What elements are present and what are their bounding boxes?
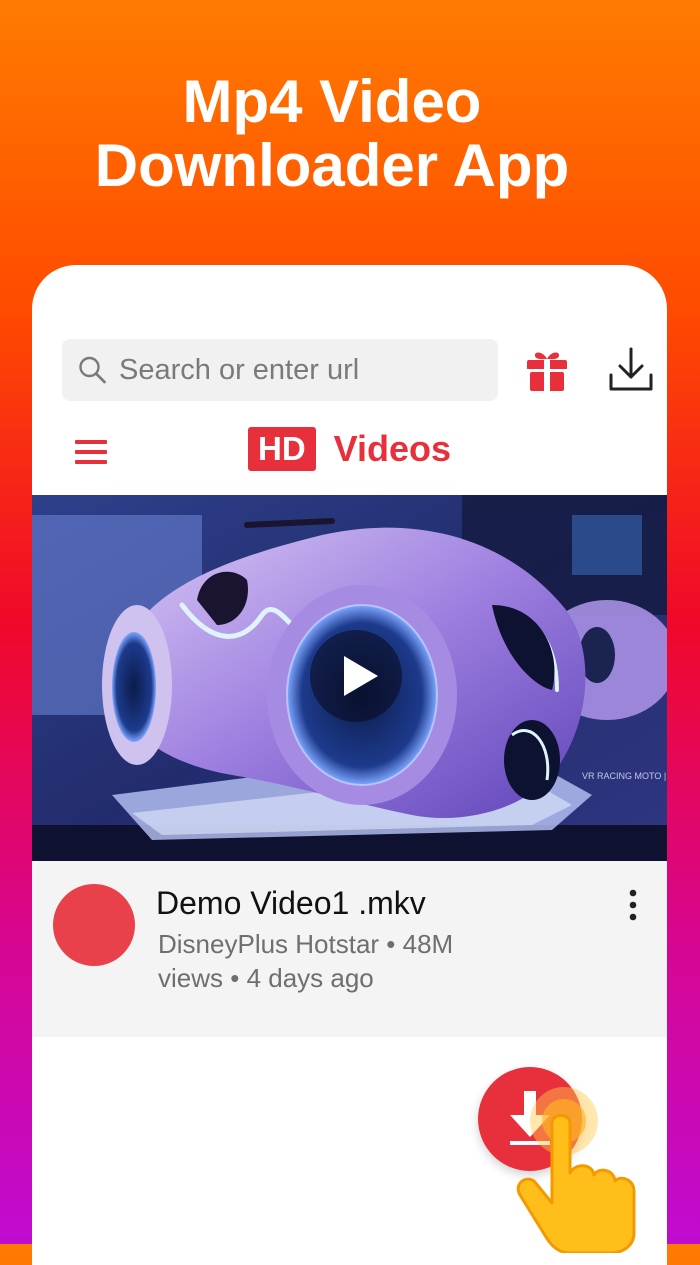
- pointing-hand-icon: [516, 1087, 636, 1253]
- promo-title-line1: Mp4 Video: [182, 68, 482, 135]
- play-icon[interactable]: [308, 628, 404, 724]
- download-icon[interactable]: [606, 345, 656, 395]
- video-meta: DisneyPlus Hotstar • 48M views • 4 days …: [158, 929, 454, 993]
- promo-title-line2: Downloader App: [94, 132, 570, 199]
- more-vertical-icon[interactable]: [620, 887, 646, 923]
- app-brand: HD Videos: [248, 427, 451, 471]
- svg-text:VR RACING MOTO | TE: VR RACING MOTO | TE: [582, 771, 667, 781]
- avatar[interactable]: [53, 884, 135, 966]
- video-thumbnail[interactable]: VR RACING MOTO | TE: [32, 495, 667, 861]
- phone-screen: HD Videos: [32, 265, 667, 1265]
- promo-title: Mp4 Video Downloader App: [0, 70, 664, 198]
- gift-icon[interactable]: [524, 347, 570, 393]
- video-info-card[interactable]: Demo Video1 .mkv DisneyPlus Hotstar • 48…: [32, 861, 667, 1037]
- hamburger-menu-icon[interactable]: [74, 435, 108, 469]
- app-name: Videos: [333, 428, 452, 469]
- search-icon: [79, 356, 106, 384]
- hd-badge: HD: [248, 427, 316, 471]
- video-title[interactable]: Demo Video1 .mkv: [156, 885, 426, 922]
- search-input[interactable]: [117, 338, 498, 402]
- search-bar[interactable]: [62, 338, 498, 402]
